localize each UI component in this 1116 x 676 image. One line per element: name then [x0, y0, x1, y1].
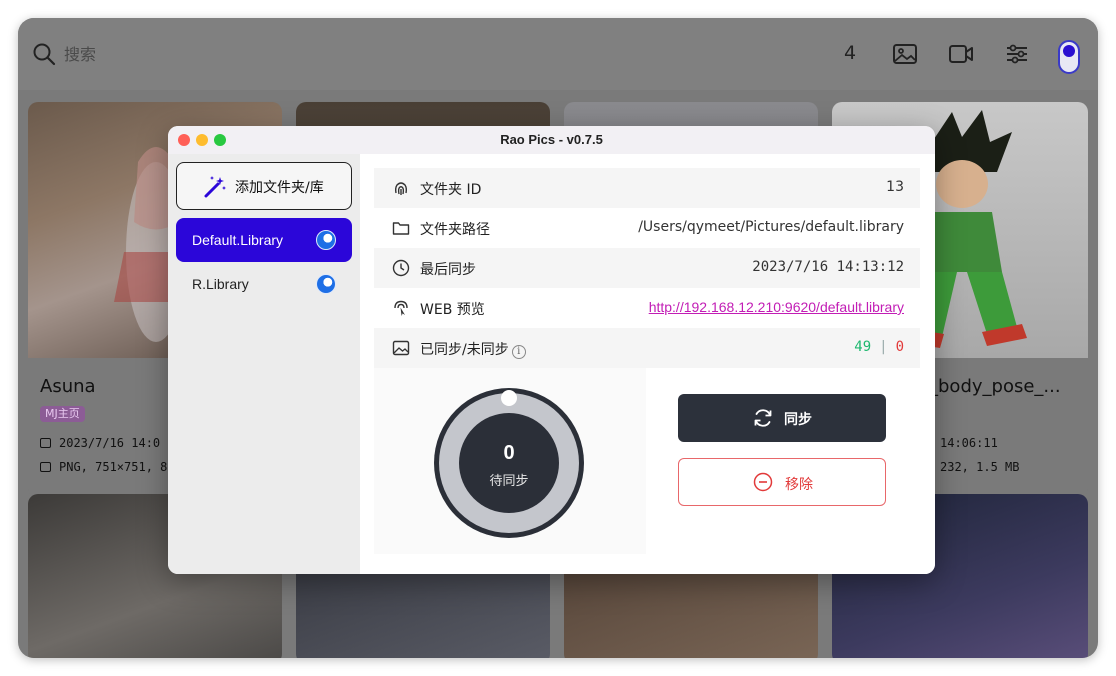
minus-circle-icon: [753, 472, 773, 492]
video-filter-icon[interactable]: [948, 42, 974, 66]
sliders-icon[interactable]: [1004, 42, 1030, 66]
theme-toggle[interactable]: [1058, 40, 1080, 74]
add-library-label: 添加文件夹/库: [235, 180, 324, 196]
image-icon: [392, 340, 410, 356]
detail-row-web-preview: WEB 预览 http://192.168.12.210:9620/defaul…: [374, 288, 920, 328]
detail-label: 文件夹路径: [420, 222, 490, 238]
toggle-knob: [1063, 45, 1075, 57]
app-window: 4 Asuna MJ: [18, 18, 1098, 658]
fingerprint-icon: [394, 182, 408, 195]
detail-row-folder-id: 文件夹 ID 13: [374, 168, 920, 208]
window-title: Rao Pics - v0.7.5: [500, 132, 603, 147]
last-sync-value: 2023/7/16 14:13:12: [752, 259, 904, 275]
sync-progress-ring: 0 待同步: [434, 388, 584, 538]
touch-icon: [394, 300, 408, 316]
library-label: R.Library: [192, 276, 249, 292]
details-panel: 文件夹 ID 13 文件夹路径 /Users/qymeet/Pictures/d…: [374, 168, 920, 554]
library-item-default[interactable]: Default.Library: [176, 218, 352, 262]
result-count: 4: [844, 42, 857, 64]
card-file-text: PNG, 751×751, 88: [59, 460, 175, 474]
library-sidebar: 添加文件夹/库 Default.Library R.Library: [168, 154, 360, 574]
library-label: Default.Library: [192, 232, 284, 248]
synced-count: 49: [854, 339, 872, 355]
detail-label: 文件夹 ID: [420, 182, 482, 198]
card-file-text: 232, 1.5 MB: [940, 460, 1020, 474]
add-library-button[interactable]: 添加文件夹/库: [176, 162, 352, 210]
sync-button-label: 同步: [784, 412, 812, 428]
count-separator: |: [879, 339, 888, 355]
card-date-text: 2023/7/16 14:0: [59, 436, 161, 450]
progress-area: 0 待同步: [374, 368, 646, 554]
detail-label: WEB 预览: [420, 302, 485, 318]
image-icon: [40, 462, 51, 472]
search-icon[interactable]: [32, 42, 56, 66]
library-item-r[interactable]: R.Library: [176, 262, 352, 306]
sync-status-label: 已同步/未同步: [420, 342, 509, 358]
search-input[interactable]: [64, 40, 364, 68]
clock-icon: [392, 259, 410, 277]
progress-indicator: [501, 390, 517, 406]
sync-counts: 49 | 0: [854, 339, 904, 355]
pending-count: 0: [503, 442, 515, 464]
rao-pics-window: Rao Pics - v0.7.5 添加文件夹/库 Default.Librar…: [168, 126, 935, 574]
folder-id-value: 13: [886, 179, 904, 195]
sync-button[interactable]: 同步: [678, 394, 886, 442]
folder-icon: [392, 222, 410, 235]
remove-button-label: 移除: [785, 477, 813, 493]
library-details: 文件夹 ID 13 文件夹路径 /Users/qymeet/Pictures/d…: [360, 154, 935, 574]
web-preview-link[interactable]: http://192.168.12.210:9620/default.libra…: [649, 299, 904, 315]
detail-label: 最后同步: [420, 262, 476, 278]
pending-label: 待同步: [489, 474, 529, 489]
top-bar: 4: [18, 18, 1098, 90]
card-date: 2023/7/16 14:0: [40, 436, 160, 450]
title-bar: Rao Pics - v0.7.5: [168, 126, 935, 154]
detail-row-last-sync: 最后同步 2023/7/16 14:13:12: [374, 248, 920, 288]
card-file: 232, 1.5 MB: [940, 460, 1019, 474]
card-title: Asuna: [40, 376, 96, 397]
card-tag[interactable]: MJ主页: [40, 406, 85, 422]
card-date: 14:06:11: [940, 436, 998, 450]
detail-row-sync-status: 已同步/未同步 i 49 | 0: [374, 328, 920, 368]
remove-button[interactable]: 移除: [678, 458, 886, 506]
detail-row-folder-path: 文件夹路径 /Users/qymeet/Pictures/default.lib…: [374, 208, 920, 248]
card-file: PNG, 751×751, 88: [40, 460, 175, 474]
card-date-text: 14:06:11: [940, 436, 998, 450]
sync-status-icon: [316, 274, 336, 294]
magic-wand-icon: [204, 176, 226, 198]
detail-label: 已同步/未同步 i: [420, 339, 526, 359]
card-title: l_body_pose_...: [924, 376, 1061, 397]
image-filter-icon[interactable]: [892, 42, 918, 66]
calendar-icon: [40, 438, 51, 448]
refresh-icon: [754, 409, 772, 427]
folder-path-value: /Users/qymeet/Pictures/default.library: [638, 219, 904, 235]
unsynced-count: 0: [895, 339, 904, 355]
info-icon[interactable]: i: [511, 345, 526, 359]
sync-status-icon: [316, 230, 336, 250]
